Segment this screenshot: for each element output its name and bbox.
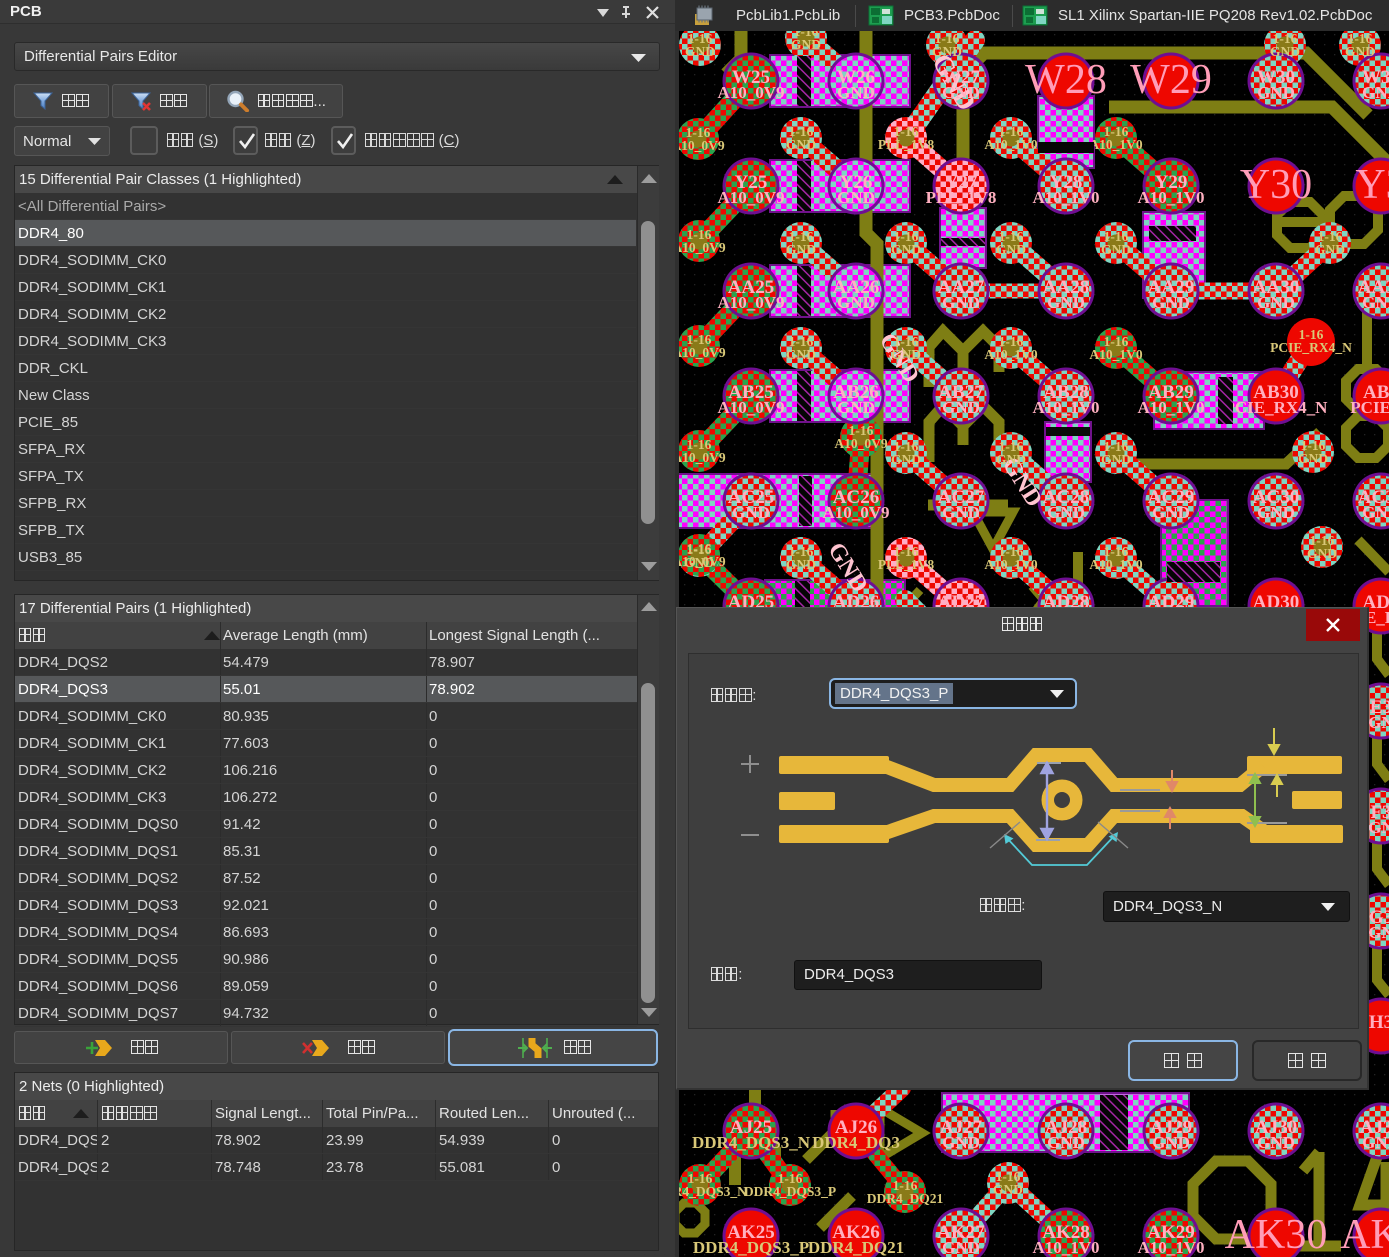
- svg-text:GND: GND: [993, 1182, 1023, 1197]
- svg-text:A10_0V9: A10_0V9: [717, 293, 784, 312]
- svg-text:A10_1V0: A10_1V0: [984, 347, 1037, 362]
- svg-text:GND: GND: [685, 44, 715, 59]
- svg-text:GND: GND: [942, 293, 980, 312]
- svg-text:Y3: Y3: [1355, 162, 1389, 208]
- svg-text:A10_0V9: A10_0V9: [822, 503, 889, 522]
- svg-text:A10_1V0: A10_1V0: [1089, 347, 1142, 362]
- svg-text:GND: GND: [1257, 293, 1295, 312]
- svg-text:DDR4_DQ21: DDR4_DQ21: [808, 1238, 904, 1257]
- svg-text:GND: GND: [942, 83, 980, 102]
- svg-text:A10_0V9: A10_0V9: [675, 138, 725, 153]
- svg-text:A10_1V0: A10_1V0: [1032, 1238, 1099, 1257]
- svg-text:PLL_1V8: PLL_1V8: [926, 188, 997, 207]
- svg-text:GND: GND: [1298, 451, 1328, 466]
- svg-text:DDR4_DQS3_N: DDR4_DQS3_N: [692, 1133, 811, 1152]
- svg-text:A10_1V0: A10_1V0: [1137, 1238, 1204, 1257]
- svg-text:A10_1V0: A10_1V0: [1032, 188, 1099, 207]
- svg-text:GND: GND: [1362, 293, 1389, 312]
- svg-text:A10_1V0: A10_1V0: [984, 557, 1037, 572]
- svg-text:A10_0V9: A10_0V9: [834, 436, 887, 451]
- svg-text:GND: GND: [1152, 503, 1190, 522]
- svg-text:GND: GND: [942, 503, 980, 522]
- svg-text:GND: GND: [1152, 1133, 1190, 1152]
- svg-text:GND: GND: [932, 44, 962, 59]
- svg-text:GND: GND: [1362, 503, 1389, 522]
- svg-text:GND: GND: [1101, 452, 1131, 467]
- svg-text:GND: GND: [1362, 83, 1389, 102]
- svg-text:GND: GND: [786, 557, 816, 572]
- svg-text:GND: GND: [1257, 503, 1295, 522]
- svg-text:DDR4_DQ3: DDR4_DQ3: [812, 1133, 900, 1152]
- svg-text:W29: W29: [1130, 57, 1212, 103]
- svg-text:AK3: AK3: [1340, 1212, 1389, 1257]
- svg-text:GN: GN: [1368, 923, 1389, 942]
- svg-text:GND: GND: [732, 503, 770, 522]
- svg-text:GND: GND: [891, 242, 921, 257]
- svg-text:A10_1V0: A10_1V0: [1137, 188, 1204, 207]
- svg-text:GND: GND: [791, 37, 821, 52]
- svg-text:A10_1V0: A10_1V0: [984, 137, 1037, 152]
- svg-text:GND: GND: [942, 1238, 980, 1257]
- svg-text:H3: H3: [1369, 1012, 1389, 1033]
- svg-text:GND: GND: [996, 242, 1026, 257]
- svg-text:GND: GND: [891, 452, 921, 467]
- svg-text:GND: GND: [1307, 546, 1337, 561]
- svg-text:A10_1V0: A10_1V0: [1137, 398, 1204, 417]
- svg-text:PCIE_RX4_N: PCIE_RX4_N: [1270, 340, 1352, 355]
- svg-text:GND: GND: [942, 1133, 980, 1152]
- svg-text:GND: GND: [1362, 1133, 1389, 1152]
- svg-text:DDR4_DQS3_P: DDR4_DQS3_P: [693, 1238, 809, 1257]
- svg-text:A10_0V9: A10_0V9: [717, 188, 784, 207]
- svg-text:GND: GND: [837, 83, 875, 102]
- svg-text:GND: GND: [1315, 242, 1345, 257]
- svg-text:GND: GND: [1345, 44, 1375, 59]
- svg-text:GND: GND: [837, 398, 875, 417]
- svg-text:GND: GND: [837, 293, 875, 312]
- svg-text:GND: GND: [1257, 83, 1295, 102]
- svg-text:DDR4_DQ21: DDR4_DQ21: [867, 1191, 944, 1206]
- svg-text:GND: GND: [786, 242, 816, 257]
- svg-text:GND: GND: [1101, 242, 1131, 257]
- svg-text:GND: GND: [942, 398, 980, 417]
- svg-text:GND: GND: [1047, 503, 1085, 522]
- svg-text:GND: GND: [1152, 293, 1190, 312]
- svg-text:AK30: AK30: [1225, 1212, 1328, 1257]
- svg-text:PLL_1V8: PLL_1V8: [878, 137, 935, 152]
- svg-text:PLL_1V8: PLL_1V8: [878, 557, 935, 572]
- svg-text:GND: GND: [786, 347, 816, 362]
- svg-text:GND: GND: [1047, 293, 1085, 312]
- svg-text:PCIE_R: PCIE_R: [1350, 398, 1389, 417]
- svg-text:DDR4_DQS3_P: DDR4_DQS3_P: [744, 1184, 836, 1199]
- svg-text:GND: GND: [891, 347, 921, 362]
- svg-text:A10_1V0: A10_1V0: [1089, 137, 1142, 152]
- svg-text:A10_0V9: A10_0V9: [717, 83, 784, 102]
- svg-text:A10_0V9: A10_0V9: [675, 345, 726, 360]
- svg-text:GND: GND: [786, 137, 816, 152]
- svg-text:GN: GN: [1368, 818, 1389, 837]
- svg-text:A10_0V9: A10_0V9: [675, 450, 726, 465]
- svg-text:Y30: Y30: [1240, 162, 1312, 208]
- svg-text:GND: GND: [1270, 44, 1300, 59]
- svg-text:GND: GND: [1257, 1133, 1295, 1152]
- svg-text:GND: GND: [996, 452, 1026, 467]
- svg-text:W28: W28: [1025, 57, 1107, 103]
- svg-text:GN: GN: [1368, 713, 1389, 732]
- svg-text:GND: GND: [1047, 1133, 1085, 1152]
- svg-text:A10_0V9: A10_0V9: [717, 398, 784, 417]
- svg-text:A10_1V0: A10_1V0: [1089, 557, 1142, 572]
- svg-text:A10_0V9: A10_0V9: [675, 554, 726, 569]
- svg-text:A10_1V0: A10_1V0: [1032, 398, 1099, 417]
- svg-text:DDR4_DQS3_N: DDR4_DQS3_N: [675, 1184, 747, 1199]
- svg-text:PCIE_RX4_N: PCIE_RX4_N: [1225, 398, 1329, 417]
- svg-text:A10_0V9: A10_0V9: [675, 240, 726, 255]
- svg-text:GND: GND: [837, 188, 875, 207]
